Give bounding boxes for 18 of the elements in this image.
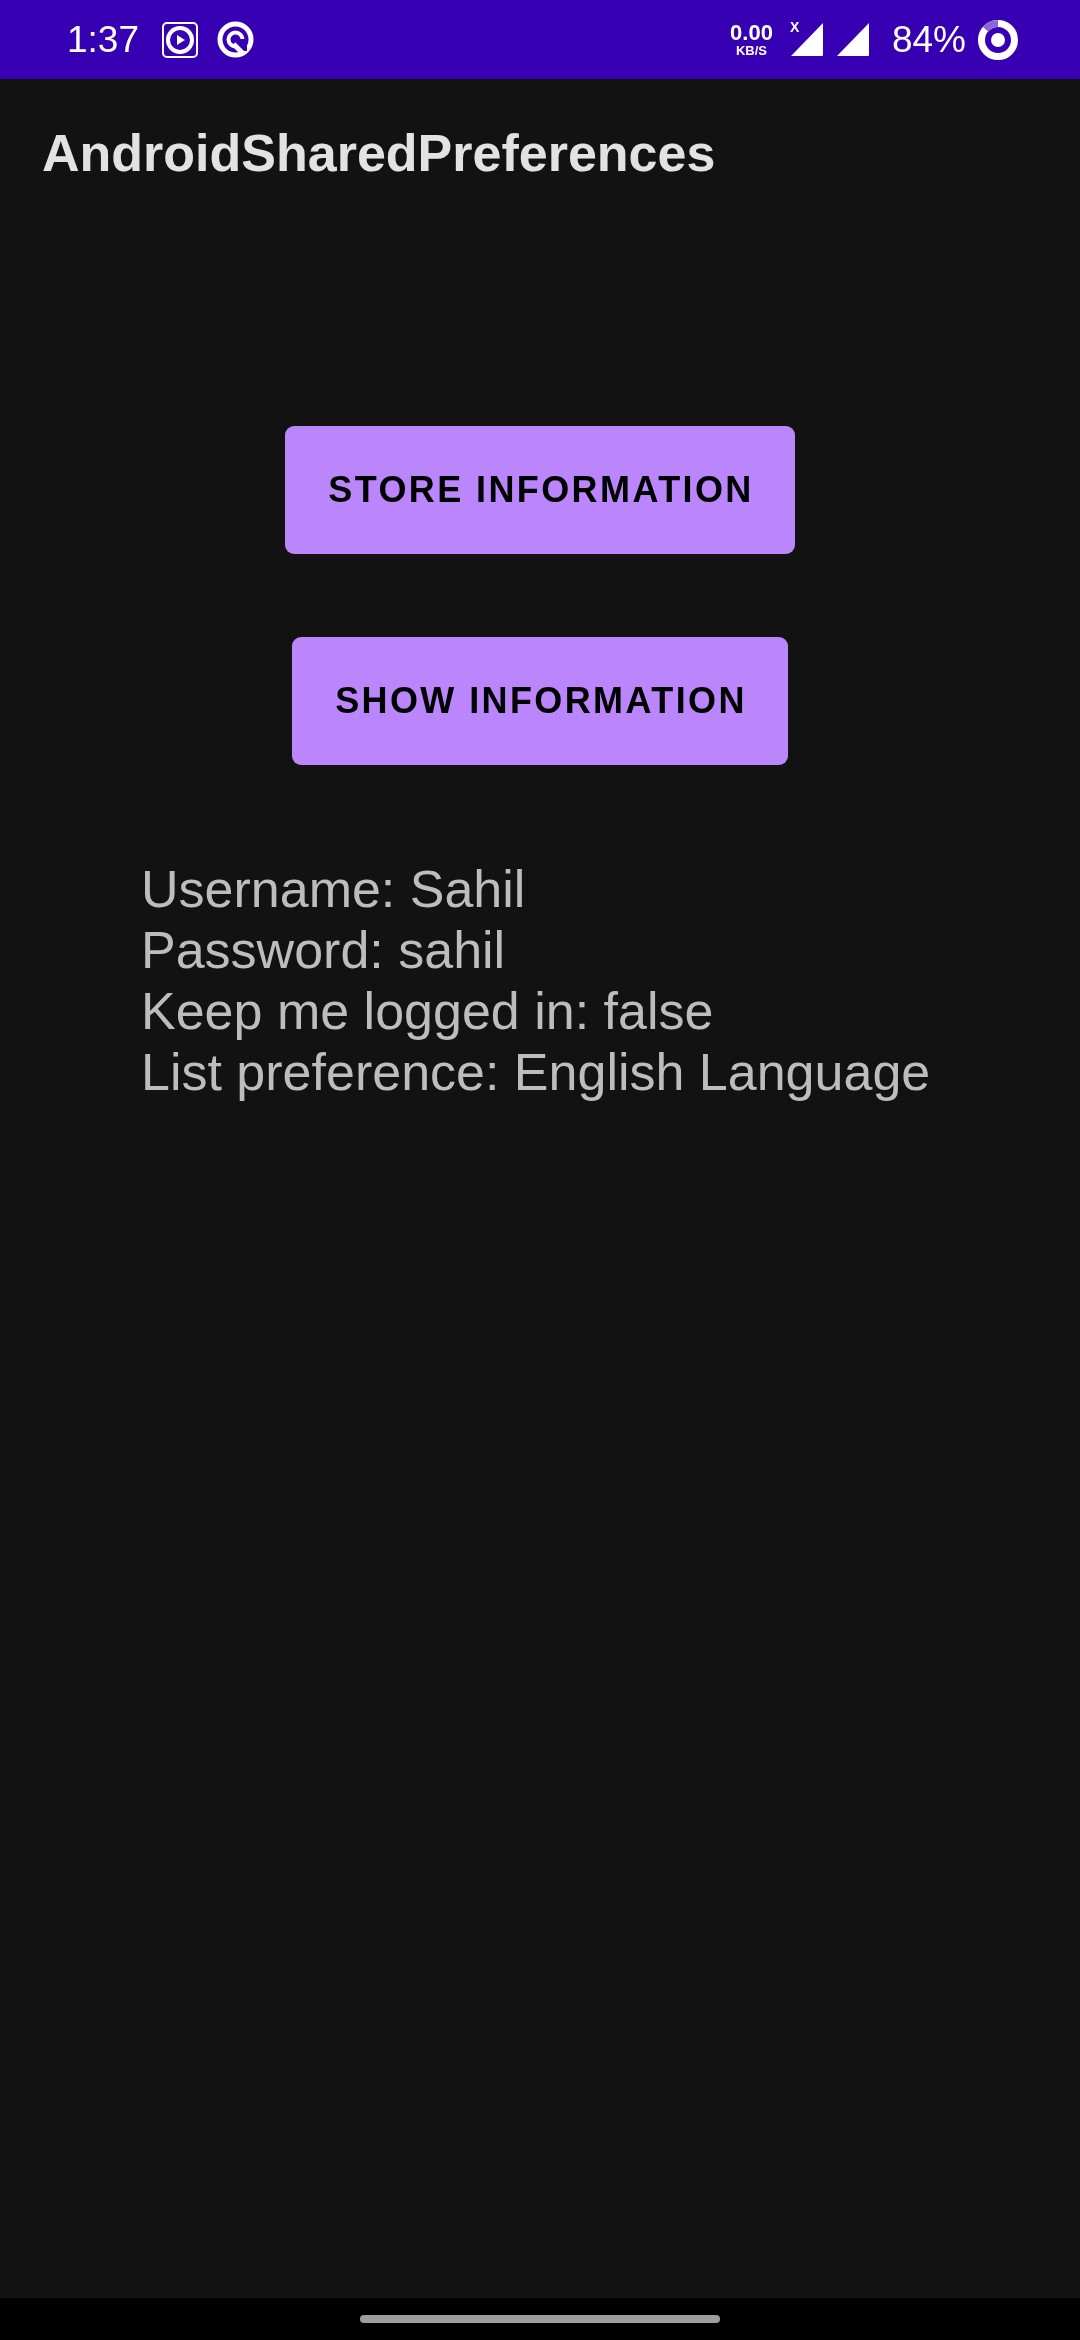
action-button[interactable]: SHOW INFORMATION <box>292 637 788 765</box>
info-line: Keep me logged in: false <box>141 981 715 1042</box>
ring-notification-icon <box>217 21 254 58</box>
battery-ring-icon <box>978 19 1018 60</box>
signal-icon <box>789 22 825 57</box>
signal-icon <box>835 22 871 57</box>
action-button[interactable]: STORE INFORMATION <box>285 426 795 554</box>
signal-label: X <box>789 20 800 35</box>
info-line: List preference: English Language <box>141 1042 931 1103</box>
app-title: AndroidSharedPreferences <box>42 122 716 183</box>
info-line: Username: Sahil <box>141 859 527 920</box>
battery-percentage: 84% <box>891 19 966 60</box>
gesture-handle[interactable] <box>360 2315 720 2323</box>
network-speed-unit: KB/S <box>736 43 768 58</box>
media-player-icon <box>162 21 198 58</box>
network-speed-value: 0.00 <box>730 21 773 44</box>
info-line: Password: sahil <box>141 920 507 981</box>
status-time: 1:37 <box>67 19 139 60</box>
